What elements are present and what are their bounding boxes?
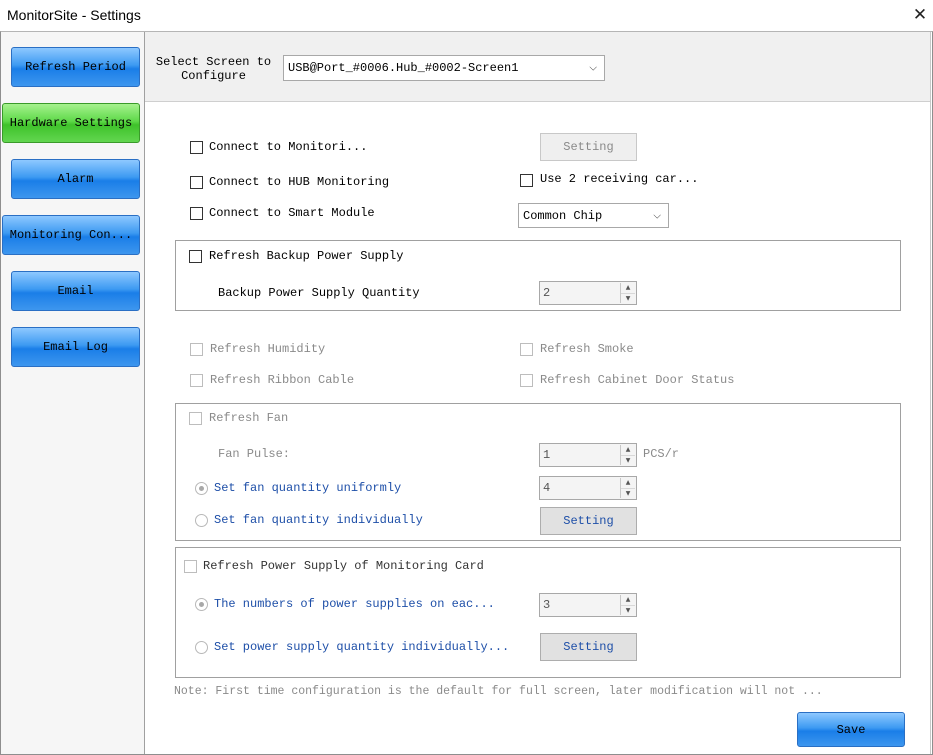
use-two-cards-checkbox[interactable]	[520, 174, 533, 187]
down-arrow-icon[interactable]: ▼	[621, 489, 635, 499]
refresh-ribbon-checkbox[interactable]	[190, 374, 203, 387]
backup-qty-value: 2	[543, 286, 551, 300]
config-note: Note: First time configuration is the de…	[174, 685, 823, 698]
refresh-smoke-checkbox[interactable]	[520, 343, 533, 356]
connect-smart-module-checkbox[interactable]	[190, 207, 203, 220]
refresh-cabinet-label: Refresh Cabinet Door Status	[540, 373, 735, 387]
up-arrow-icon[interactable]: ▲	[621, 283, 635, 294]
select-screen-label: Select Screen to Configure	[155, 55, 272, 83]
sidebar-item-alarm[interactable]: Alarm	[11, 159, 140, 199]
screen-select-dropdown[interactable]: USB@Port_#0006.Hub_#0002-Screen1 ⌵	[283, 55, 605, 81]
backup-qty-label: Backup Power Supply Quantity	[218, 286, 420, 300]
screen-select-value: USB@Port_#0006.Hub_#0002-Screen1	[288, 61, 519, 75]
chevron-down-icon: ⌵	[589, 62, 597, 74]
connect-monitoring-checkbox[interactable]	[190, 141, 203, 154]
right-divider	[930, 32, 931, 754]
fan-individual-radio[interactable]	[195, 514, 208, 527]
up-arrow-icon[interactable]: ▲	[621, 478, 635, 489]
connect-hub-label: Connect to HUB Monitoring	[209, 175, 390, 189]
refresh-backup-power-label: Refresh Backup Power Supply	[209, 249, 404, 263]
down-arrow-icon[interactable]: ▼	[621, 294, 635, 304]
sidebar-item-email-log[interactable]: Email Log	[11, 327, 140, 367]
monitoring-setting-button[interactable]: Setting	[540, 133, 637, 161]
stepper-arrows[interactable]: ▲ ▼	[620, 283, 635, 303]
refresh-humidity-checkbox[interactable]	[190, 343, 203, 356]
fan-setting-button[interactable]: Setting	[540, 507, 637, 535]
power-setting-button[interactable]: Setting	[540, 633, 637, 661]
use-two-cards-label: Use 2 receiving car...	[540, 172, 699, 186]
refresh-backup-power-checkbox[interactable]	[189, 250, 202, 263]
down-arrow-icon[interactable]: ▼	[621, 456, 635, 466]
refresh-cabinet-checkbox[interactable]	[520, 374, 533, 387]
chip-type-value: Common Chip	[523, 208, 603, 223]
fan-uniform-label: Set fan quantity uniformly	[214, 481, 402, 495]
sidebar-item-refresh-period[interactable]: Refresh Period	[11, 47, 140, 87]
fan-uniform-stepper[interactable]: 4 ▲ ▼	[539, 476, 637, 500]
power-each-value: 3	[543, 598, 551, 612]
stepper-arrows[interactable]: ▲ ▼	[620, 595, 635, 615]
chevron-down-icon: ⌵	[653, 210, 661, 221]
sidebar: Refresh Period Hardware Settings Alarm M…	[1, 32, 145, 754]
refresh-power-card-checkbox[interactable]	[184, 560, 197, 573]
down-arrow-icon[interactable]: ▼	[621, 606, 635, 616]
backup-qty-stepper[interactable]: 2 ▲ ▼	[539, 281, 637, 305]
fan-pulse-value: 1	[543, 448, 551, 462]
sidebar-item-hardware-settings[interactable]: Hardware Settings	[2, 103, 140, 143]
connect-monitoring-label: Connect to Monitori...	[209, 140, 368, 154]
up-arrow-icon[interactable]: ▲	[621, 445, 635, 456]
refresh-fan-checkbox[interactable]	[189, 412, 202, 425]
refresh-power-card-label: Refresh Power Supply of Monitoring Card	[203, 559, 484, 573]
refresh-fan-label: Refresh Fan	[209, 411, 289, 425]
connect-hub-checkbox[interactable]	[190, 176, 203, 189]
sidebar-item-monitoring-con[interactable]: Monitoring Con...	[2, 215, 140, 255]
power-individual-label: Set power supply quantity individually..…	[214, 640, 510, 654]
stepper-arrows[interactable]: ▲ ▼	[620, 478, 635, 498]
fan-uniform-value: 4	[543, 481, 551, 495]
power-individual-radio[interactable]	[195, 641, 208, 654]
refresh-ribbon-label: Refresh Ribbon Cable	[210, 373, 355, 387]
window-title: MonitorSite - Settings	[7, 7, 141, 23]
fan-pulse-stepper[interactable]: 1 ▲ ▼	[539, 443, 637, 467]
fan-pulse-label: Fan Pulse:	[218, 447, 291, 461]
fan-pulse-unit: PCS/r	[643, 447, 680, 461]
save-button[interactable]: Save	[797, 712, 905, 747]
connect-smart-module-label: Connect to Smart Module	[209, 206, 375, 220]
chip-type-dropdown[interactable]: Common Chip ⌵	[518, 203, 669, 228]
sidebar-item-email[interactable]: Email	[11, 271, 140, 311]
power-each-label: The numbers of power supplies on eac...	[214, 597, 495, 611]
fan-uniform-radio[interactable]	[195, 482, 208, 495]
close-icon[interactable]: ✕	[910, 4, 930, 26]
refresh-smoke-label: Refresh Smoke	[540, 342, 634, 356]
power-each-radio[interactable]	[195, 598, 208, 611]
refresh-humidity-label: Refresh Humidity	[210, 342, 326, 356]
up-arrow-icon[interactable]: ▲	[621, 595, 635, 606]
stepper-arrows[interactable]: ▲ ▼	[620, 445, 635, 465]
power-each-stepper[interactable]: 3 ▲ ▼	[539, 593, 637, 617]
fan-individual-label: Set fan quantity individually	[214, 513, 423, 527]
